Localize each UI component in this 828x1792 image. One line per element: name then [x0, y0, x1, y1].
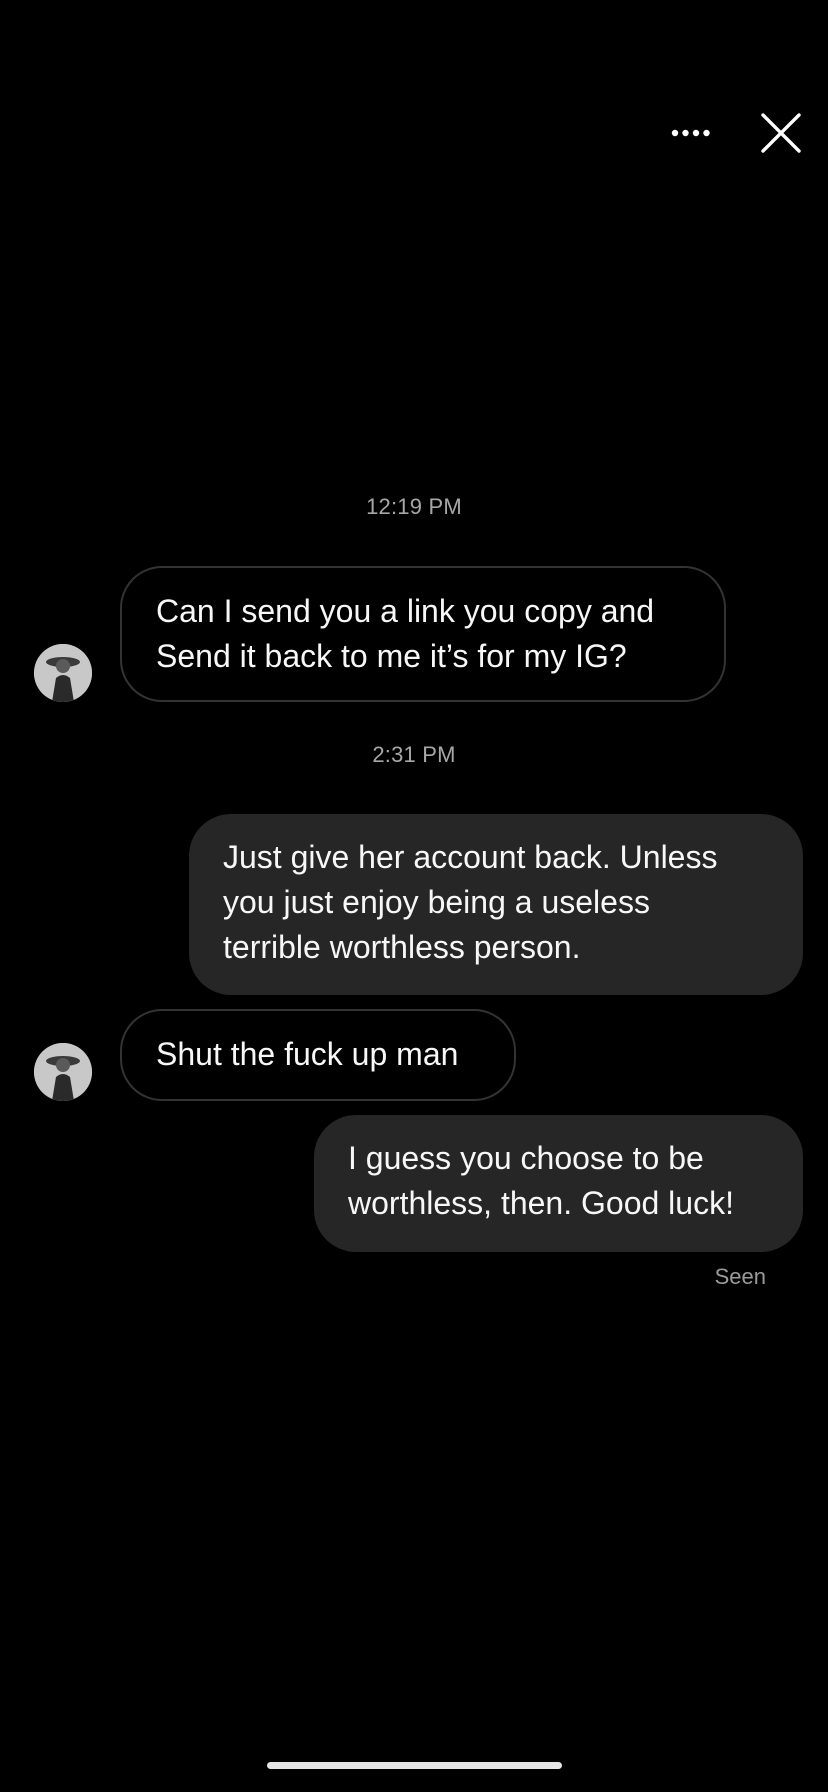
incoming-message-bubble[interactable]: Can I send you a link you copy and Send … [120, 566, 726, 702]
outgoing-message-bubble[interactable]: Just give her account back. Unless you j… [189, 814, 803, 995]
more-dots-icon[interactable] [668, 118, 714, 148]
message-timestamp: 2:31 PM [372, 742, 456, 767]
outgoing-message-bubble[interactable]: I guess you choose to be worthless, then… [314, 1115, 803, 1252]
seen-status: Seen [714, 1264, 766, 1289]
close-icon[interactable] [758, 110, 804, 156]
incoming-message-bubble[interactable]: Shut the fuck up man [120, 1009, 516, 1101]
avatar[interactable] [34, 644, 92, 702]
home-indicator[interactable] [267, 1762, 562, 1769]
message-timestamp: 12:19 PM [366, 494, 462, 519]
top-actions [668, 110, 804, 156]
avatar[interactable] [34, 1043, 92, 1101]
